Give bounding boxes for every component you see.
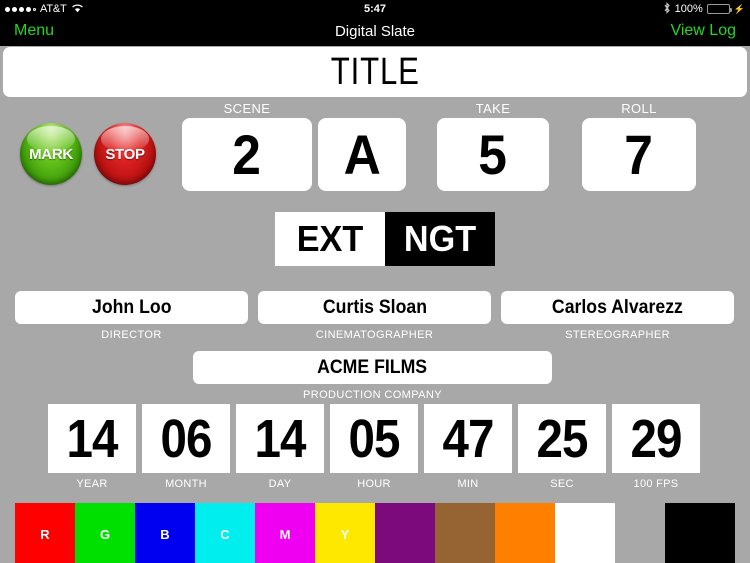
- stop-button-label: STOP: [105, 145, 145, 163]
- timecode-year-field[interactable]: 14: [48, 404, 136, 473]
- color-bar-swatch: [495, 503, 555, 563]
- scene-letter-value: A: [343, 122, 381, 186]
- status-bar-right: 100% ⚡: [663, 1, 745, 17]
- scene-label: SCENE: [223, 101, 271, 116]
- color-bar-swatch: [375, 503, 435, 563]
- timecode-month-field[interactable]: 06: [142, 404, 230, 473]
- timecode-value: 06: [160, 408, 212, 469]
- mark-button[interactable]: MARK: [20, 123, 82, 185]
- color-bar-letter: C: [220, 526, 230, 542]
- director-label: DIRECTOR: [101, 329, 162, 341]
- color-bar-swatch: G: [75, 503, 135, 563]
- time-of-day-toggle[interactable]: NGT: [385, 212, 495, 266]
- mark-button-label: MARK: [29, 145, 73, 163]
- location-toggle-label: EXT: [296, 218, 364, 259]
- stereographer-name: Carlos Alvarezz: [552, 296, 683, 318]
- view-log-button[interactable]: View Log: [670, 22, 736, 40]
- scene-number-field[interactable]: 2: [182, 118, 312, 191]
- timecode-label: DAY: [268, 478, 292, 490]
- timecode-label: 100 FPS: [633, 478, 679, 490]
- bluetooth-icon: [663, 1, 671, 17]
- timecode-value: 14: [66, 408, 118, 469]
- color-bar-swatch: C: [195, 503, 255, 563]
- page-title: Digital Slate: [334, 23, 416, 40]
- timecode-label: HOUR: [357, 478, 391, 490]
- color-bar-swatch: [435, 503, 495, 563]
- cinematographer-label: CINEMATOGRAPHER: [315, 329, 434, 341]
- director-name: John Loo: [91, 296, 172, 318]
- scene-letter-field[interactable]: A: [318, 118, 406, 191]
- timecode-label: MIN: [457, 478, 479, 490]
- timecode-value: 29: [630, 408, 682, 469]
- timecode-label: SEC: [550, 478, 574, 490]
- location-toggle[interactable]: EXT: [275, 212, 385, 266]
- timecode-value: 05: [348, 408, 400, 469]
- time-of-day-toggle-label: NGT: [403, 218, 477, 259]
- color-bar-swatch: M: [255, 503, 315, 563]
- color-bar-swatch: R: [15, 503, 75, 563]
- cinematographer-name: Curtis Sloan: [322, 296, 427, 318]
- take-field[interactable]: 5: [437, 118, 549, 191]
- color-bar-swatch: Y: [315, 503, 375, 563]
- digital-slate-app: AT&T 5:47 100% ⚡ Menu Digital Slate View…: [0, 0, 750, 563]
- status-bar: AT&T 5:47 100% ⚡: [0, 0, 750, 18]
- timecode-hour-field[interactable]: 05: [330, 404, 418, 473]
- color-bar-swatch: [555, 503, 615, 563]
- color-bar-swatch: [665, 503, 735, 563]
- battery-percentage-label: 100%: [674, 3, 703, 15]
- timecode-day-field[interactable]: 14: [236, 404, 324, 473]
- color-bar-letter: Y: [340, 526, 350, 542]
- interior-exterior-daynight-toggle: EXT NGT: [275, 212, 495, 266]
- take-label: TAKE: [475, 101, 511, 116]
- stop-button[interactable]: STOP: [94, 123, 156, 185]
- timecode-value: 25: [536, 408, 588, 469]
- timecode-value: 47: [442, 408, 494, 469]
- scene-number-value: 2: [232, 122, 262, 186]
- charging-bolt-icon: ⚡: [733, 3, 745, 14]
- timecode-sec-field[interactable]: 25: [518, 404, 606, 473]
- nav-bar: Menu Digital Slate View Log: [0, 18, 750, 46]
- timecode-label: YEAR: [76, 478, 108, 490]
- timecode-100-fps-field[interactable]: 29: [612, 404, 700, 473]
- color-bar-swatch: B: [135, 503, 195, 563]
- color-bar-letter: M: [279, 526, 291, 542]
- battery-icon: [706, 4, 732, 14]
- take-value: 5: [478, 122, 508, 186]
- title-field[interactable]: TITLE: [3, 47, 747, 97]
- timecode-min-field[interactable]: 47: [424, 404, 512, 473]
- cinematographer-field[interactable]: Curtis Sloan: [258, 291, 491, 324]
- status-bar-clock: 5:47: [363, 3, 387, 15]
- timecode-label: MONTH: [165, 478, 207, 490]
- title-value: TITLE: [330, 50, 420, 93]
- roll-field[interactable]: 7: [582, 118, 696, 191]
- production-company-field[interactable]: ACME FILMS: [193, 351, 552, 384]
- director-field[interactable]: John Loo: [15, 291, 248, 324]
- timecode-value: 14: [254, 408, 306, 469]
- stereographer-field[interactable]: Carlos Alvarezz: [501, 291, 734, 324]
- roll-value: 7: [624, 122, 654, 186]
- color-bar-letter: G: [99, 526, 111, 542]
- production-company-label: PRODUCTION COMPANY: [302, 389, 442, 401]
- production-company-name: ACME FILMS: [317, 356, 428, 378]
- roll-label: ROLL: [621, 101, 657, 116]
- color-bar-letter: R: [40, 526, 50, 542]
- stereographer-label: STEREOGRAPHER: [565, 329, 670, 341]
- color-bar-letter: B: [160, 526, 170, 542]
